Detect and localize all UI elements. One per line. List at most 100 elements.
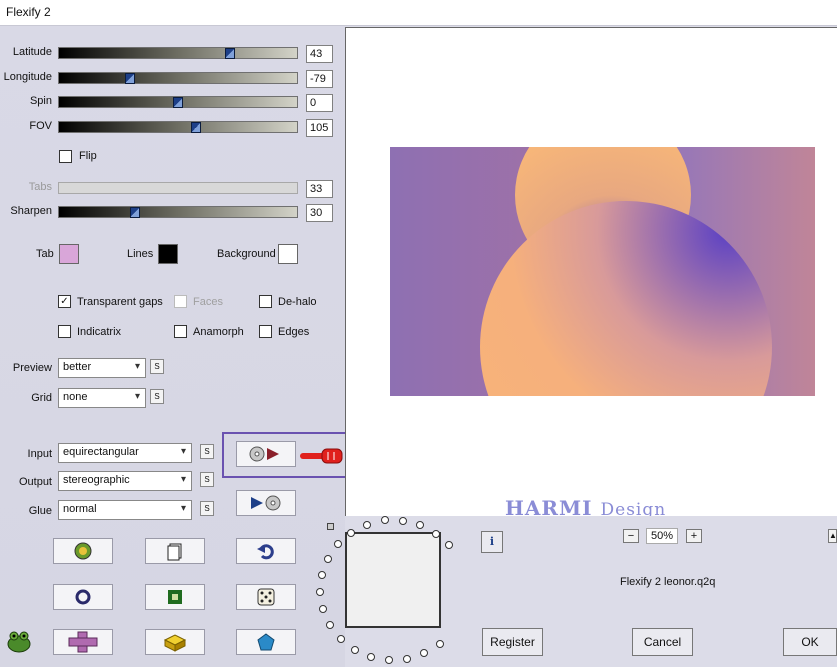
grid-label: Grid — [31, 392, 52, 404]
chevron-down-icon: ▾ — [180, 503, 186, 514]
input-select-value: equirectangular — [63, 446, 139, 458]
rotation-dot[interactable] — [403, 654, 412, 663]
glue-s-button[interactable]: S — [200, 501, 214, 516]
input-s-button[interactable]: S — [200, 444, 214, 459]
scroll-right-arrow[interactable]: ▲ — [828, 529, 837, 543]
slider-latitude[interactable] — [58, 47, 298, 59]
disk-play-button[interactable] — [236, 441, 296, 467]
rotation-dot[interactable] — [336, 634, 345, 643]
value-field-latitude[interactable]: 43 — [306, 45, 333, 63]
play-disk-button[interactable] — [236, 490, 296, 516]
navigator-thumbnail[interactable] — [345, 532, 441, 628]
slider-label-longitude: Longitude — [3, 71, 52, 83]
pointing-hand-icon — [298, 446, 348, 469]
transparent-gaps-checkbox[interactable]: ✓ — [58, 295, 71, 308]
value-field-longitude[interactable]: -79 — [306, 70, 333, 88]
output-select-value: stereographic — [63, 474, 130, 486]
grid-select[interactable]: none ▾ — [58, 388, 146, 408]
slider-thumb[interactable] — [125, 73, 135, 84]
slider-label-latitude: Latitude — [12, 46, 52, 58]
rotation-dot[interactable] — [432, 529, 441, 538]
rotation-dot[interactable] — [363, 520, 372, 529]
rotation-dot[interactable] — [317, 570, 326, 579]
slider-tabs[interactable] — [58, 182, 298, 194]
grid-s-button[interactable]: S — [150, 389, 164, 404]
faces-checkbox[interactable] — [174, 295, 187, 308]
slider-label-tabs: Tabs — [28, 181, 52, 193]
edges-label: Edges — [278, 326, 310, 338]
rotation-dot[interactable] — [385, 655, 394, 664]
globe-button[interactable] — [53, 538, 113, 564]
zoom-in-button[interactable]: + — [686, 529, 702, 543]
preview-s-button[interactable]: S — [150, 359, 164, 374]
flip-checkbox[interactable] — [59, 150, 72, 163]
rotation-dot[interactable] — [350, 645, 359, 654]
transparent-gaps-label: Transparent gaps — [77, 296, 163, 308]
output-select[interactable]: stereographic ▾ — [58, 471, 192, 491]
brick-button[interactable] — [145, 629, 205, 655]
indicatrix-checkbox[interactable] — [58, 325, 71, 338]
anamorph-label: Anamorph — [193, 326, 244, 338]
zoom-out-button[interactable]: − — [623, 529, 639, 543]
rotation-dot[interactable] — [333, 540, 342, 549]
gem-button[interactable] — [236, 629, 296, 655]
tab-color-swatch[interactable] — [59, 244, 79, 264]
anamorph-checkbox[interactable] — [174, 325, 187, 338]
slider-thumb[interactable] — [173, 97, 183, 108]
rotation-dot[interactable] — [325, 621, 334, 630]
rotation-dot[interactable] — [398, 516, 407, 525]
rotation-dot[interactable] — [323, 554, 332, 563]
ring-button[interactable] — [53, 584, 113, 610]
value-field-sharpen[interactable]: 30 — [306, 204, 333, 222]
chevron-down-icon: ▾ — [180, 474, 186, 485]
cancel-button[interactable]: Cancel — [632, 628, 693, 656]
slider-fov[interactable] — [58, 121, 298, 133]
slider-spin[interactable] — [58, 96, 298, 108]
lines-color-swatch[interactable] — [158, 244, 178, 264]
edges-checkbox[interactable] — [259, 325, 272, 338]
lines-color-label: Lines — [127, 248, 154, 260]
dice-icon — [257, 588, 275, 606]
undo-button[interactable] — [236, 538, 296, 564]
title-bar: Flexify 2 — [0, 0, 837, 26]
square-button[interactable] — [145, 584, 205, 610]
slider-thumb[interactable] — [225, 48, 235, 59]
ring-icon — [75, 589, 91, 605]
cross-button[interactable] — [53, 629, 113, 655]
zoom-value: 50% — [646, 528, 678, 544]
info-icon: i — [489, 535, 495, 548]
preview-select[interactable]: better ▾ — [58, 358, 146, 378]
slider-longitude[interactable] — [58, 72, 298, 84]
undo-icon — [257, 544, 274, 560]
register-button[interactable]: Register — [482, 628, 543, 656]
value-field-tabs[interactable]: 33 — [306, 180, 333, 198]
chevron-down-icon: ▾ — [134, 361, 140, 372]
rotation-dot[interactable] — [435, 639, 444, 648]
background-color-label: Background — [217, 248, 276, 260]
slider-thumb[interactable] — [191, 122, 201, 133]
ok-button[interactable]: OK — [783, 628, 837, 656]
dehalo-checkbox[interactable] — [259, 295, 272, 308]
info-button[interactable]: i — [481, 531, 503, 553]
glue-select[interactable]: normal ▾ — [58, 500, 192, 520]
slider-label-fov: FOV — [29, 120, 52, 132]
dehalo-label: De-halo — [278, 296, 317, 308]
value-field-fov[interactable]: 105 — [306, 119, 333, 137]
slider-label-sharpen: Sharpen — [10, 205, 52, 217]
rotation-dot[interactable] — [318, 605, 327, 614]
page-icon — [167, 543, 182, 561]
output-s-button[interactable]: S — [200, 472, 214, 487]
faces-label: Faces — [193, 296, 223, 308]
slider-thumb[interactable] — [130, 207, 140, 218]
background-color-swatch[interactable] — [278, 244, 298, 264]
dice-button[interactable] — [236, 584, 296, 610]
output-label: Output — [18, 476, 52, 488]
value-field-spin[interactable]: 0 — [306, 94, 333, 112]
slider-sharpen[interactable] — [58, 206, 298, 218]
input-select[interactable]: equirectangular ▾ — [58, 443, 192, 463]
grid-select-value: none — [63, 391, 88, 403]
slider-label-spin: Spin — [29, 95, 52, 107]
thumbnail-corner-handle[interactable] — [327, 523, 334, 530]
rotation-dot[interactable] — [347, 528, 356, 537]
new-page-button[interactable] — [145, 538, 205, 564]
